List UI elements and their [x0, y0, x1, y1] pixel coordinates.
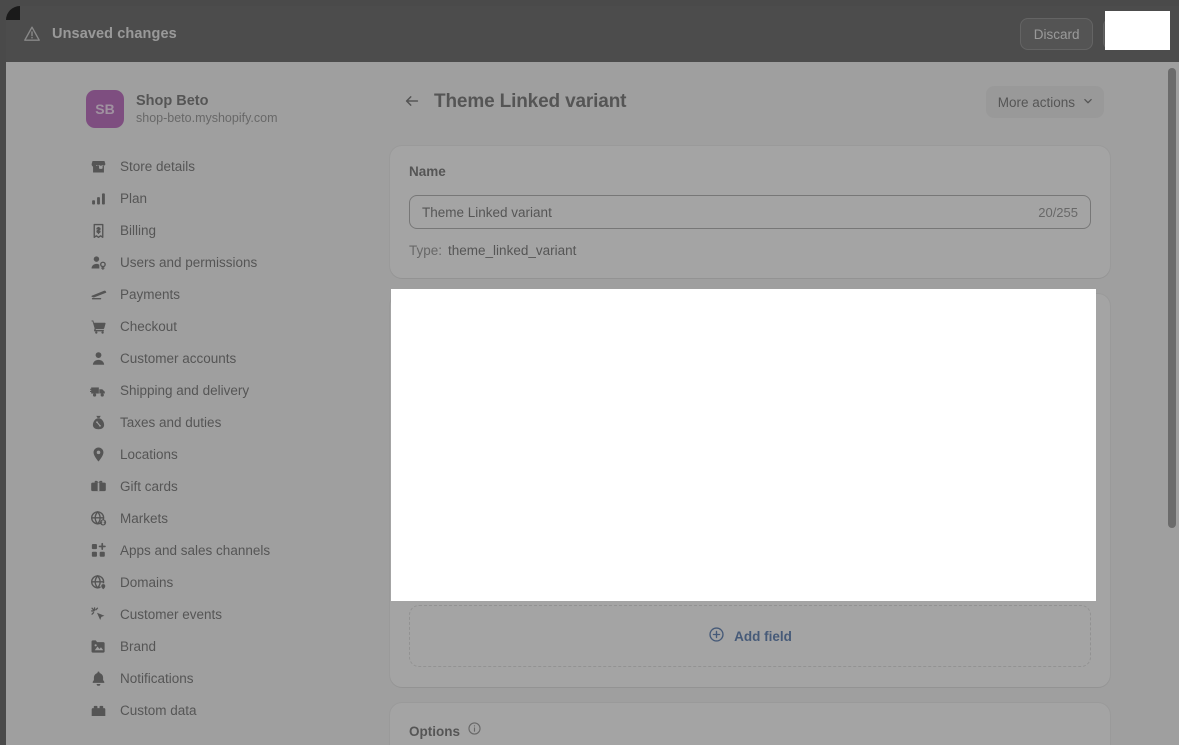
window-edge-left — [0, 0, 6, 745]
sidebar-item-label: Locations — [120, 446, 178, 462]
sidebar-item-taxes-and-duties[interactable]: Taxes and duties — [80, 406, 370, 438]
sidebar-item-billing[interactable]: Billing — [80, 214, 370, 246]
window-edge-top — [0, 0, 1179, 6]
globe-pin-icon — [88, 572, 108, 592]
chart-bar-icon — [88, 188, 108, 208]
shop-header[interactable]: SB Shop Beto shop-beto.myshopify.com — [80, 82, 370, 132]
sidebar-item-label: Markets — [120, 510, 169, 526]
sidebar-item-label: Custom data — [120, 702, 197, 718]
user-key-icon — [88, 252, 108, 272]
discard-button[interactable]: Discard — [1019, 18, 1094, 50]
settings-sidebar: SB Shop Beto shop-beto.myshopify.com Sto… — [80, 82, 370, 726]
sidebar-item-label: Taxes and duties — [120, 414, 222, 430]
database-blocks-icon — [88, 700, 108, 720]
name-input-value: Theme Linked variant — [422, 204, 552, 220]
alert-triangle-icon — [22, 24, 42, 44]
credit-card-swipe-icon — [88, 284, 108, 304]
page-title: Theme Linked variant — [434, 91, 627, 112]
savebar-title: Unsaved changes — [52, 26, 177, 42]
sidebar-item-label: Customer accounts — [120, 350, 237, 366]
sidebar-item-locations[interactable]: Locations — [80, 438, 370, 470]
more-actions-button[interactable]: More actions — [985, 86, 1104, 118]
window-corner — [0, 0, 20, 20]
add-field-label: Add field — [734, 628, 792, 644]
sidebar-item-customer-accounts[interactable]: Customer accounts — [80, 342, 370, 374]
globe-dollar-icon — [88, 508, 108, 528]
shopping-cart-icon — [88, 316, 108, 336]
store-icon — [88, 156, 108, 176]
type-row: Type: theme_linked_variant — [409, 243, 1091, 258]
sidebar-item-customer-events[interactable]: Customer events — [80, 598, 370, 630]
sidebar-item-label: Domains — [120, 574, 174, 590]
type-label: Type: — [409, 243, 443, 258]
sidebar-item-label: Payments — [120, 286, 181, 302]
sidebar-item-shipping-and-delivery[interactable]: Shipping and delivery — [80, 374, 370, 406]
sidebar-item-plan[interactable]: Plan — [80, 182, 370, 214]
chevron-down-icon — [1081, 94, 1095, 111]
sidebar-item-domains[interactable]: Domains — [80, 566, 370, 598]
page-header: Theme Linked variant More actions — [390, 82, 1110, 122]
options-header: Options — [409, 721, 1091, 741]
sidebar-item-label: Billing — [120, 222, 157, 238]
name-character-counter: 20/255 — [1038, 204, 1078, 220]
shop-meta: Shop Beto shop-beto.myshopify.com — [136, 92, 278, 127]
app-root: Unsaved changes Discard Save SB Shop Bet… — [0, 0, 1179, 745]
name-input-row: Theme Linked variant 20/255 — [409, 195, 1091, 229]
sidebar-item-label: Brand — [120, 638, 157, 654]
shop-domain: shop-beto.myshopify.com — [136, 110, 278, 125]
sidebar-item-brand[interactable]: Brand — [80, 630, 370, 662]
person-icon — [88, 348, 108, 368]
sidebar-item-notifications[interactable]: Notifications — [80, 662, 370, 694]
bell-icon — [88, 668, 108, 688]
add-field-button[interactable]: Add field — [409, 605, 1091, 667]
name-card-body: Name Theme Linked variant 20/255 Type: th… — [390, 146, 1110, 278]
contextual-save-bar: Unsaved changes Discard Save — [6, 6, 1179, 62]
sidebar-item-users-and-permissions[interactable]: Users and permissions — [80, 246, 370, 278]
sidebar-item-store-details[interactable]: Store details — [80, 150, 370, 182]
money-bag-percent-icon — [88, 412, 108, 432]
sidebar-item-checkout[interactable]: Checkout — [80, 310, 370, 342]
back-button[interactable] — [398, 88, 426, 116]
sidebar-item-custom-data[interactable]: Custom data — [80, 694, 370, 726]
sidebar-item-label: Gift cards — [120, 478, 178, 494]
sidebar-item-apps-and-sales-channels[interactable]: Apps and sales channels — [80, 534, 370, 566]
sidebar-item-label: Notifications — [120, 670, 194, 686]
fields-card-spotlight — [391, 289, 1096, 601]
sidebar-item-label: Store details — [120, 158, 196, 174]
sidebar-nav: Store details Plan Billing Users and per… — [80, 150, 370, 726]
location-pin-icon — [88, 444, 108, 464]
type-value: theme_linked_variant — [448, 243, 577, 258]
receipt-dollar-icon — [88, 220, 108, 240]
more-actions-label: More actions — [997, 94, 1075, 110]
sidebar-item-label: Users and permissions — [120, 254, 258, 270]
delivery-truck-icon — [88, 380, 108, 400]
circle-plus-icon — [708, 626, 725, 646]
image-folder-icon — [88, 636, 108, 656]
sidebar-item-label: Apps and sales channels — [120, 542, 271, 558]
apps-plus-icon — [88, 540, 108, 560]
arrow-left-icon — [403, 92, 421, 113]
info-circle-icon[interactable] — [467, 721, 482, 741]
cursor-sparkle-icon — [88, 604, 108, 624]
name-card: Name Theme Linked variant 20/255 Type: th… — [390, 146, 1110, 278]
sidebar-item-gift-cards[interactable]: Gift cards — [80, 470, 370, 502]
shop-name: Shop Beto — [136, 92, 209, 109]
name-input[interactable]: Theme Linked variant 20/255 — [409, 195, 1091, 229]
options-title: Options — [409, 723, 460, 739]
gift-card-icon — [88, 476, 108, 496]
sidebar-item-markets[interactable]: Markets — [80, 502, 370, 534]
sidebar-item-label: Customer events — [120, 606, 223, 622]
shop-avatar: SB — [86, 90, 124, 128]
options-card: Options — [390, 703, 1110, 745]
options-card-body: Options — [390, 703, 1110, 745]
sidebar-item-label: Shipping and delivery — [120, 382, 250, 398]
sidebar-item-payments[interactable]: Payments — [80, 278, 370, 310]
sidebar-item-label: Plan — [120, 190, 148, 206]
name-label: Name — [409, 164, 446, 179]
save-button-spotlight — [1105, 11, 1170, 50]
page-scrollbar-thumb[interactable] — [1168, 68, 1176, 528]
sidebar-item-label: Checkout — [120, 318, 178, 334]
